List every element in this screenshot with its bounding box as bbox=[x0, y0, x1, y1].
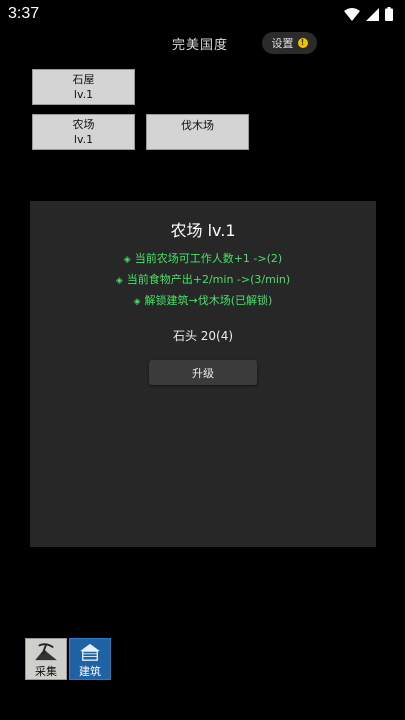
signal-icon bbox=[366, 7, 379, 21]
tab-gather-label: 采集 bbox=[35, 665, 57, 678]
building-name: 伐木场 bbox=[181, 119, 214, 132]
effect-text: 解锁建筑→伐木场(已解锁) bbox=[144, 294, 273, 307]
effect-item: ◈ 当前食物产出+2/min ->(3/min) bbox=[30, 270, 376, 291]
status-time: 3:37 bbox=[8, 5, 40, 22]
effect-item: ◈ 解锁建筑→伐木场(已解锁) bbox=[30, 291, 376, 312]
house-icon bbox=[80, 643, 100, 661]
building-lumber-yard[interactable]: 伐木场 bbox=[146, 114, 249, 150]
building-level: lv.1 bbox=[73, 88, 94, 101]
building-name: 农场 bbox=[72, 118, 95, 131]
wifi-icon bbox=[344, 7, 360, 21]
upgrade-cost: 石头 20(4) bbox=[172, 329, 234, 343]
battery-icon bbox=[385, 7, 393, 21]
tab-gather[interactable]: 采集 bbox=[25, 638, 67, 680]
diamond-bullet-icon: ◈ bbox=[123, 255, 131, 265]
page-title: 完美国度 bbox=[172, 38, 229, 53]
building-farm[interactable]: 农场 lv.1 bbox=[32, 114, 135, 150]
settings-label: 设置 bbox=[271, 37, 294, 50]
pickaxe-icon bbox=[35, 643, 57, 661]
top-bar: 完美国度 设置 ! bbox=[0, 30, 405, 56]
upgrade-button[interactable]: 升级 bbox=[149, 360, 257, 385]
notification-badge-icon: ! bbox=[297, 38, 308, 48]
building-name: 石屋 bbox=[72, 73, 95, 86]
diamond-bullet-icon: ◈ bbox=[115, 276, 123, 286]
building-detail-panel: 农场 lv.1 ◈ 当前农场可工作人数+1 ->(2) ◈ 当前食物产出+2/min… bbox=[30, 201, 376, 547]
effect-text: 当前农场可工作人数+1 ->(2) bbox=[134, 252, 283, 265]
status-bar: 3:37 bbox=[0, 0, 405, 30]
tab-build-label: 建筑 bbox=[79, 665, 101, 678]
diamond-bullet-icon: ◈ bbox=[133, 297, 141, 307]
effect-text: 当前食物产出+2/min ->(3/min) bbox=[126, 273, 291, 286]
tab-build[interactable]: 建筑 bbox=[69, 638, 111, 680]
settings-button[interactable]: 设置 ! bbox=[262, 32, 317, 54]
status-icons bbox=[344, 7, 393, 21]
detail-title: 农场 lv.1 bbox=[170, 221, 236, 240]
effects-list: ◈ 当前农场可工作人数+1 ->(2) ◈ 当前食物产出+2/min ->(3/mi… bbox=[30, 249, 376, 312]
effect-item: ◈ 当前农场可工作人数+1 ->(2) bbox=[30, 249, 376, 270]
building-stone-house[interactable]: 石屋 lv.1 bbox=[32, 69, 135, 105]
building-level: lv.1 bbox=[73, 133, 94, 146]
